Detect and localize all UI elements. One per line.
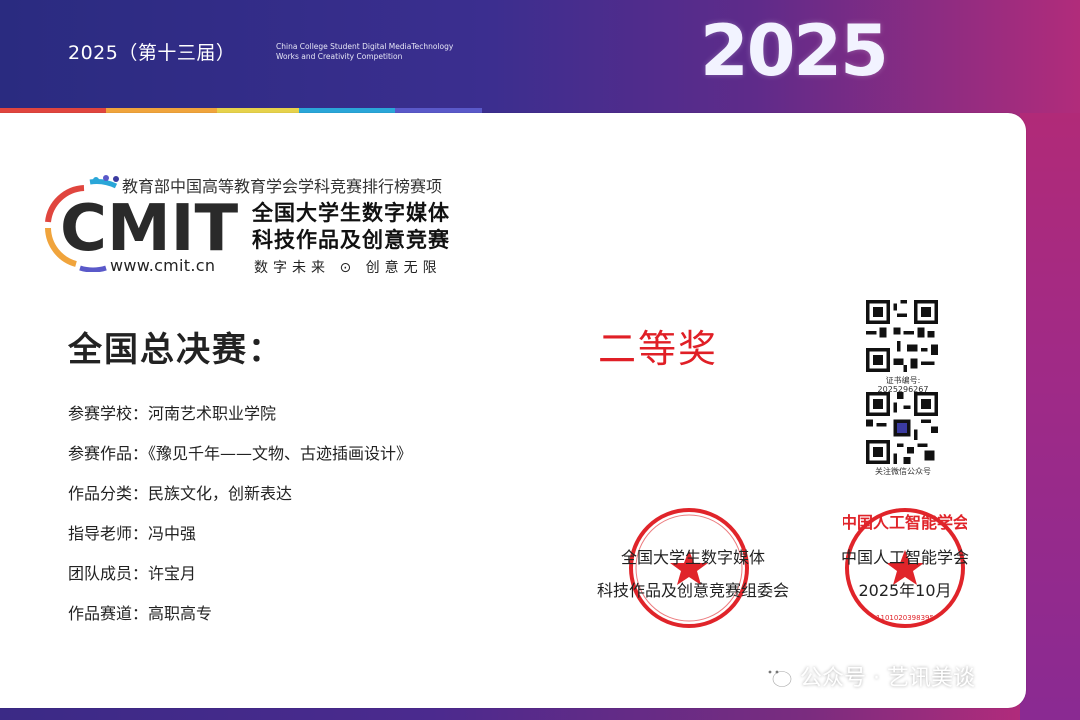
info-row-work: 参赛作品：《豫见千年——文物、古迹插画设计》 [68, 440, 412, 480]
field-value: 河南艺术职业学院 [148, 404, 277, 423]
logo-title: 全国大学生数字媒体 科技作品及创意竞赛 [252, 200, 450, 254]
follow-wechat-text: 关注微信公众号 [875, 467, 931, 476]
right-decoration [1020, 113, 1080, 720]
field-label: 作品分类： [68, 484, 149, 503]
big-year: 2025 [700, 10, 889, 92]
info-row-track: 作品赛道：高职高专 [68, 600, 412, 640]
logo-top-line: 教育部中国高等教育学会学科竞赛排行榜赛项 [122, 177, 443, 196]
certificate-qr-code[interactable] [866, 300, 938, 372]
field-label: 指导老师： [68, 524, 149, 543]
final-title: 全国总决赛： [68, 330, 284, 370]
field-value: 高职高专 [148, 604, 213, 623]
organizer-left: 全国大学生数字媒体 科技作品及创意竞赛组委会 [568, 541, 818, 607]
info-row-advisor: 指导老师：冯中强 [68, 520, 412, 560]
info-row-members: 团队成员：许宝月 [68, 560, 412, 600]
watermark: 公众号 · 艺讯美谈 [762, 660, 975, 692]
wechat-icon [763, 665, 792, 687]
organizer-left-line1: 全国大学生数字媒体 [620, 548, 765, 567]
info-row-category: 作品分类：民族文化，创新表达 [68, 480, 412, 520]
issue-date: 2025年10月 [858, 581, 952, 600]
english-title: China College Student Digital MediaTechn… [276, 42, 476, 62]
logo-url: www.cmit.cn [110, 256, 216, 275]
organizer-right: 中国人工智能学会 2025年10月 [820, 541, 990, 607]
english-title-line2: Works and Creativity Competition [276, 52, 403, 61]
field-label: 团队成员： [68, 564, 149, 583]
logo-title-line2: 科技作品及创意竞赛 [252, 228, 450, 252]
english-title-line1: China College Student Digital MediaTechn… [276, 42, 454, 51]
organizer-left-line2: 科技作品及创意竞赛组委会 [596, 581, 789, 600]
logo-slogan: 数字未来 ⊙ 创意无限 [254, 260, 442, 276]
organizer-right-line1: 中国人工智能学会 [840, 548, 969, 567]
seal-ring-text: 中国人工智能学会 [843, 513, 967, 532]
edition-label: 2025（第十三届） [68, 42, 236, 64]
info-row-school: 参赛学校：河南艺术职业学院 [68, 400, 412, 440]
award-level: 二等奖 [598, 327, 719, 371]
watermark-text: 公众号 · 艺讯美谈 [800, 666, 975, 691]
field-label: 参赛学校： [68, 404, 149, 423]
field-value: 《豫见千年——文物、古迹插画设计》 [148, 444, 413, 463]
wechat-qr-code[interactable] [866, 392, 938, 464]
field-value: 冯中强 [148, 524, 197, 543]
field-label: 参赛作品： [68, 444, 149, 463]
logo-wordmark: CMIT [60, 192, 238, 266]
logo-title-line1: 全国大学生数字媒体 [252, 201, 450, 225]
seal-number: 1101020398395 [876, 614, 934, 622]
field-label: 作品赛道： [68, 604, 149, 623]
field-value: 许宝月 [148, 564, 197, 583]
field-value: 民族文化，创新表达 [148, 484, 293, 503]
info-list: 参赛学校：河南艺术职业学院 参赛作品：《豫见千年——文物、古迹插画设计》 作品分… [68, 400, 412, 640]
